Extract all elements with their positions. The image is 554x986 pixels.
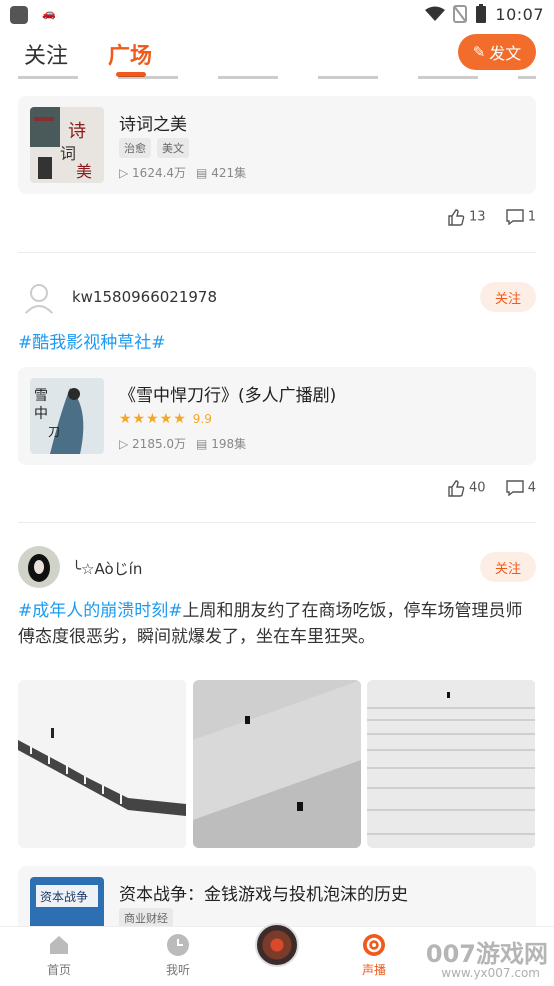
post-actions: 40 4	[447, 479, 536, 497]
photo-grid	[18, 680, 536, 848]
album-card[interactable]: 诗 词 美 诗词之美 治愈 美文 ▷ 1624.4万 ▤ 421集	[18, 96, 536, 194]
avatar[interactable]	[18, 546, 60, 588]
episode-count: ▤ 421集	[196, 166, 247, 180]
album-tag: 美文	[157, 138, 189, 158]
comment-icon	[505, 209, 524, 226]
tab-square[interactable]: 广场	[108, 38, 152, 70]
comment-button[interactable]: 1	[505, 209, 536, 226]
album-title: 资本战争：金钱游戏与投机泡沫的历史	[119, 885, 408, 905]
header-edge	[18, 76, 536, 79]
status-bar: 🚗 10:07	[0, 0, 554, 28]
svg-text:资本战争: 资本战争	[40, 890, 88, 904]
post-photo[interactable]	[18, 680, 187, 848]
play-count: ▷ 1624.4万	[119, 166, 187, 180]
comment-count: 4	[527, 480, 536, 496]
now-playing-disc	[255, 923, 299, 967]
like-count: 13	[469, 209, 486, 225]
like-count: 40	[469, 480, 486, 496]
top-header: 关注 广场 ✎ 发文	[0, 30, 554, 78]
hashtag-link[interactable]: #成年人的崩溃时刻#	[18, 601, 183, 621]
svg-text:美: 美	[76, 162, 92, 181]
nav-home[interactable]: 首页	[19, 933, 99, 978]
post-author-row: kw1580966021978 关注	[18, 276, 536, 320]
album-tag: 治愈	[119, 138, 151, 158]
album-tag: 商业财经	[119, 908, 173, 928]
nav-listen-label: 我听	[165, 963, 190, 977]
battery-icon	[476, 4, 487, 23]
svg-text:雪: 雪	[34, 388, 48, 404]
car-icon: 🚗	[42, 7, 56, 20]
svg-text:词: 词	[60, 144, 76, 163]
svg-text:刀: 刀	[48, 425, 60, 439]
now-playing-button[interactable]	[237, 923, 317, 967]
follow-button[interactable]: 关注	[480, 552, 536, 582]
album-title: 《雪中悍刀行》(多人广播剧)	[119, 386, 337, 406]
pen-icon: ✎	[472, 43, 486, 61]
svg-text:中: 中	[34, 406, 48, 422]
nav-listen[interactable]: 我听	[138, 933, 218, 978]
nav-broadcast-label: 声播	[361, 963, 386, 977]
svg-text:诗: 诗	[68, 121, 86, 142]
post-author-row: ╰☆Aòじín 关注	[18, 546, 536, 590]
album-cover: 雪 中 刀	[30, 378, 104, 454]
username[interactable]: kw1580966021978	[72, 288, 217, 306]
post-button[interactable]: ✎ 发文	[458, 34, 536, 70]
album-title: 诗词之美	[119, 115, 187, 135]
nav-home-label: 首页	[46, 963, 71, 977]
comment-button[interactable]: 4	[505, 480, 536, 497]
post-actions: 13 1	[447, 208, 536, 226]
wifi-icon	[425, 6, 446, 21]
site-watermark: 007游戏网	[425, 940, 548, 968]
like-button[interactable]: 40	[447, 479, 486, 497]
comment-count: 1	[527, 209, 536, 225]
post-text: #酷我影视种草社#	[18, 330, 536, 356]
site-watermark-url: www.yx007.com	[441, 966, 540, 980]
hashtag-link[interactable]: #酷我影视种草社#	[18, 333, 166, 353]
clock-icon	[167, 934, 189, 956]
album-cover: 诗 词 美	[30, 107, 104, 183]
post-photo[interactable]	[367, 680, 536, 848]
comment-icon	[505, 480, 524, 497]
post-photo[interactable]	[192, 680, 362, 848]
no-sim-icon	[453, 5, 468, 23]
episode-count: ▤ 198集	[196, 437, 247, 451]
status-time: 10:07	[495, 4, 544, 24]
nav-broadcast[interactable]: 声播	[334, 933, 414, 978]
tab-follow[interactable]: 关注	[24, 38, 68, 70]
play-count: ▷ 2185.0万	[119, 437, 187, 451]
like-button[interactable]: 13	[447, 208, 486, 226]
post-divider	[18, 522, 536, 523]
thumbs-up-icon	[448, 209, 465, 226]
username[interactable]: ╰☆Aòじín	[72, 558, 142, 579]
post-button-label: 发文	[489, 44, 522, 63]
post-text: #成年人的崩溃时刻#上周和朋友约了在商场吃饭，停车场管理员师傅态度很恶劣，瞬间就…	[18, 598, 536, 650]
post-divider	[18, 252, 536, 253]
avatar[interactable]	[18, 276, 60, 318]
home-icon	[50, 936, 68, 954]
app-notification-icon	[10, 6, 28, 24]
broadcast-icon	[363, 934, 385, 956]
rating-stars: ★★★★★ 9.9	[119, 411, 212, 427]
follow-button[interactable]: 关注	[480, 282, 536, 312]
rating-score: 9.9	[192, 412, 212, 426]
album-card[interactable]: 雪 中 刀 《雪中悍刀行》(多人广播剧) ★★★★★ 9.9 ▷ 2185.0万 …	[18, 367, 536, 465]
thumbs-up-icon	[448, 480, 465, 497]
